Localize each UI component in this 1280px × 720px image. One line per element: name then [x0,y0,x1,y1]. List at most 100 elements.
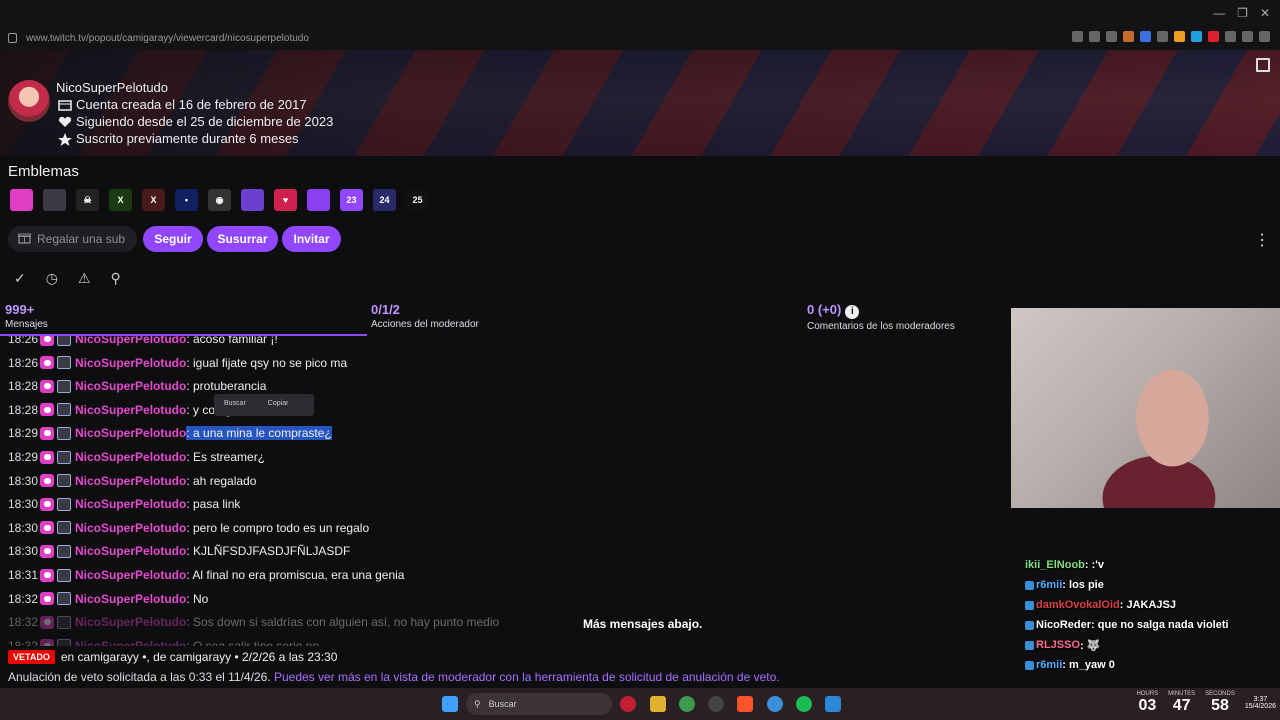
message-text: : O sea salir tipo serio no [186,638,320,646]
message-row: 18:32 NicoSuperPelotudo: Sos down si sald… [8,612,499,632]
year-2024-badge[interactable]: 24 [373,189,396,211]
app-icon[interactable] [825,696,841,712]
overlay-chat-text: : 🐺 [1080,639,1101,652]
add-user-icon[interactable]: ⚲ [111,270,121,287]
maximize-button[interactable]: ❐ [1237,6,1248,20]
message-text: : Es streamer¿ [186,450,266,464]
ccleaner-icon[interactable] [767,696,783,712]
year-2023-badge[interactable]: 23 [340,189,363,211]
clock-icon[interactable]: ◷ [46,270,58,287]
chrome-icon[interactable] [679,696,695,712]
message-username[interactable]: NicoSuperPelotudo [75,474,186,488]
message-row: 18:30 NicoSuperPelotudo: pero le compro t… [8,518,369,538]
nasa-badge[interactable]: • [175,189,198,211]
close-button[interactable]: ✕ [1260,6,1270,20]
folder-icon[interactable] [650,696,666,712]
extension-icon[interactable] [1140,31,1151,42]
message-username[interactable]: NicoSuperPelotudo [75,615,186,629]
shield-icon[interactable] [1089,31,1100,42]
extension-icon[interactable] [1157,31,1168,42]
selection-context-menu: Buscar Copiar [214,394,314,416]
copy-menu-item[interactable]: Copiar [268,400,289,410]
message-row: 18:30 NicoSuperPelotudo: KJLÑFSDJFASDJFÑL… [8,541,350,561]
windows-start-icon[interactable] [442,696,458,712]
brave-icon[interactable] [737,696,753,712]
message-username[interactable]: NicoSuperPelotudo [75,639,186,646]
puzzle-icon[interactable] [1225,31,1236,42]
message-username[interactable]: NicoSuperPelotudo [75,521,186,535]
skull-badge[interactable]: ☠ [76,189,99,211]
heart-badge-icon [40,336,54,346]
message-username[interactable]: NicoSuperPelotudo [75,356,186,370]
clock-widget: HOURS 03 MINUTES 47 SECONDS 58 3:37 15/4… [1137,691,1277,715]
heart-badge[interactable] [10,189,33,211]
controller-badge[interactable]: ◉ [208,189,231,211]
extension-icon[interactable] [1123,31,1134,42]
spotify-icon[interactable] [796,696,812,712]
gift-sub-button[interactable]: Regalar una sub [8,226,137,252]
unban-link[interactable]: Puedes ver más en la vista de moderador … [274,670,780,684]
share-icon[interactable] [1242,31,1253,42]
profile-username[interactable]: NicoSuperPelotudo [56,80,168,95]
search-menu-item[interactable]: Buscar [224,400,246,410]
more-options-icon[interactable]: ⋮ [1254,230,1270,250]
message-username[interactable]: NicoSuperPelotudo [75,403,186,417]
star-icon[interactable] [1106,31,1117,42]
tab-mod-comments[interactable]: 0 (+0) i Comentarios de los moderadores [807,302,955,332]
message-username[interactable]: NicoSuperPelotudo [75,568,186,582]
account-created-text: Cuenta creada el 16 de febrero de 2017 [76,97,307,112]
message-text: : a una mina le compraste¿ [186,426,332,441]
unban-text: Anulación de veto solicitada a las 0:33 … [8,670,271,684]
system-datetime[interactable]: 3:37 15/4/2026 [1245,691,1276,715]
year-2025-badge[interactable]: 25 [406,189,429,211]
overlay-chat-user: r6mii [1036,659,1063,671]
message-username[interactable]: NicoSuperPelotudo [75,450,186,464]
message-list: 18:26 NicoSuperPelotudo: acoso familiar ¡… [0,336,1010,646]
tab-mod-actions[interactable]: 0/1/2 Acciones del moderador [371,302,479,330]
overlay-chat-line: damkOvokalOid: JAKAJSJ [1025,596,1176,614]
info-icon[interactable]: i [845,304,860,319]
zoom-icon[interactable] [1072,31,1083,42]
banned-badge: VETADO [8,650,55,664]
opera-icon[interactable] [620,696,636,712]
check-icon[interactable]: ✓ [14,270,26,287]
chat-badge-icon [1025,640,1034,650]
purple-badge[interactable] [241,189,264,211]
whisper-button[interactable]: Susurrar [207,226,278,252]
warning-icon[interactable]: ⚠ [78,270,91,287]
download-icon[interactable] [1259,31,1270,42]
heart-pixel-badge[interactable]: ♥ [274,189,297,211]
more-messages-below[interactable]: Más mensajes abajo. [583,617,702,631]
invite-button[interactable]: Invitar [282,226,341,252]
extension-icon[interactable] [1191,31,1202,42]
message-username[interactable]: NicoSuperPelotudo [75,336,186,346]
follow-button[interactable]: Seguir [143,226,203,252]
star-icon [58,132,72,146]
message-row: 18:31 NicoSuperPelotudo: Al final no era … [8,565,404,585]
x-badge-green[interactable]: X [109,189,132,211]
play-icon[interactable] [1174,31,1185,42]
taskbar-search[interactable]: ⚲ Buscar [466,693,612,715]
minimize-button[interactable]: — [1213,6,1225,20]
message-username[interactable]: NicoSuperPelotudo [75,426,186,440]
sub-badge[interactable] [43,189,66,211]
popout-icon[interactable] [1256,58,1270,72]
url-text[interactable]: www.twitch.tv/popout/camigarayy/viewerca… [26,33,309,44]
tab-messages[interactable]: 999+ Mensajes [5,302,48,330]
heart-badge-icon [40,379,54,393]
message-username[interactable]: NicoSuperPelotudo [75,379,186,393]
message-text: : No [186,591,209,606]
obs-icon[interactable] [708,696,724,712]
heart-badge-icon [40,592,54,606]
message-username[interactable]: NicoSuperPelotudo [75,544,186,558]
message-username[interactable]: NicoSuperPelotudo [75,497,186,511]
message-row: 18:29 NicoSuperPelotudo: a una mina le co… [8,423,332,443]
avatar[interactable] [8,80,50,122]
message-username[interactable]: NicoSuperPelotudo [75,592,186,606]
purple-box-badge[interactable] [307,189,330,211]
x-badge-red[interactable]: X [142,189,165,211]
heart-badge-icon [40,568,54,582]
message-time: 18:32 [8,591,39,606]
extension-icon[interactable] [1208,31,1219,42]
sub-badge-icon [57,450,71,464]
